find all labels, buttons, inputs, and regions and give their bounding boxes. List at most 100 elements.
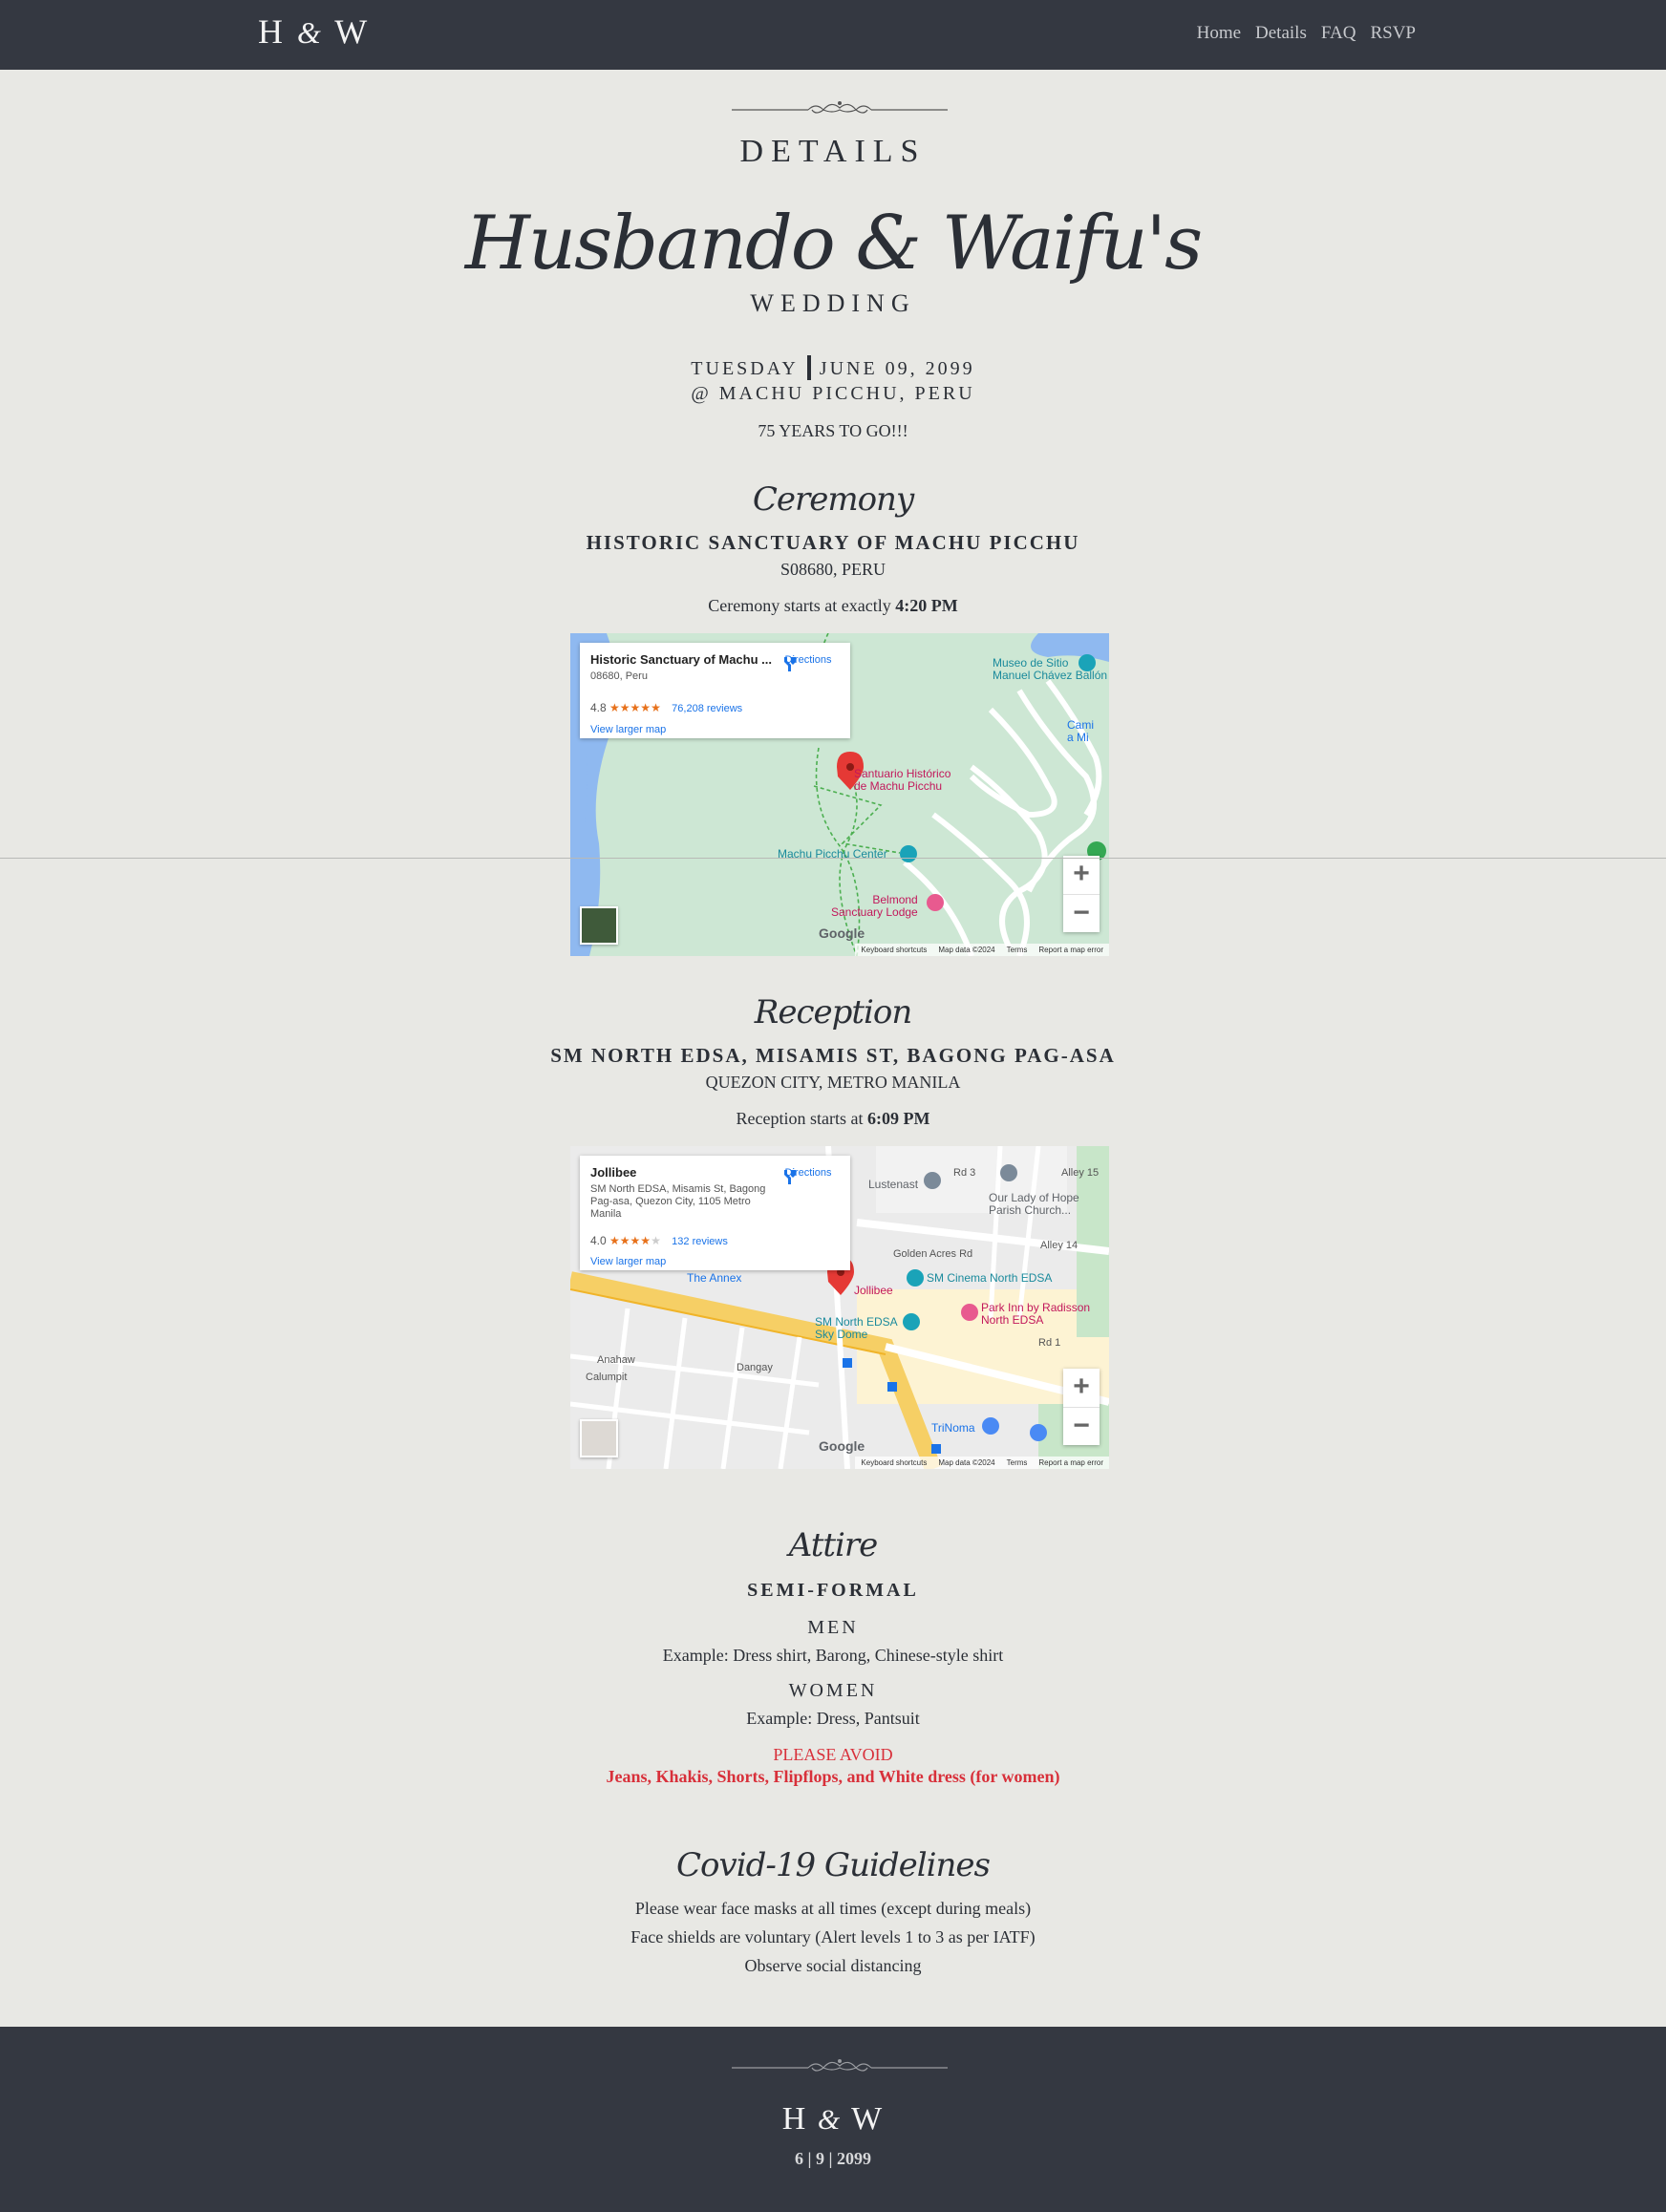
avoid-title: PLEASE AVOID [773,1745,893,1764]
map-label-alley14: Alley 14 [1040,1240,1079,1251]
attire-women-label: WOMEN [788,1680,878,1701]
street-view-thumbnail-reception[interactable] [580,1419,618,1457]
map-label-center: Machu Picchu Center [778,847,887,861]
map-data-text: Map data ©2024 [938,946,995,954]
ceremony-start-time: 4:20 PM [895,596,958,615]
map-label-santuario: Santuario Histórico de Machu Picchu [854,767,951,793]
ceremony-start-label: Ceremony starts at exactly [708,596,891,615]
reception-address: QUEZON CITY, METRO MANILA [705,1073,961,1092]
street-view-thumbnail[interactable] [580,906,618,945]
map-reviews-link-reception[interactable]: 132 reviews [672,1236,728,1247]
report-map-error-link[interactable]: Report a map error [1038,944,1103,956]
ceremony-address: S08680, PERU [780,560,886,579]
google-logo-reception: Google [819,1438,865,1454]
date-separator [806,355,811,380]
map-place-card-reception: Jollibee SM North EDSA, Misamis St, Bago… [580,1156,850,1270]
site-logo[interactable]: H & W [258,11,369,52]
top-navbar: H & W Home Details FAQ RSVP [0,0,1666,70]
covid-heading: Covid-19 Guidelines [676,1846,991,1884]
reception-start: Reception starts at 6:09 PM [0,1109,1666,1129]
nav-faq[interactable]: FAQ [1321,23,1356,44]
map-attribution: Keyboard shortcuts Map data ©2024 Terms … [855,944,1109,956]
map-label-parkinn: Park Inn by Radisson North EDSA [981,1301,1091,1327]
map-label-trinoma: TriNoma [931,1421,975,1435]
covid-rule: Observe social distancing [744,1956,922,1975]
keyboard-shortcuts-link[interactable]: Keyboard shortcuts [861,944,927,956]
rating-value: 4.8 [590,701,607,714]
map-label-dangay: Dangay [737,1362,773,1373]
reception-map[interactable]: Jollibee The Annex SM Cinema North EDSA … [570,1146,1109,1469]
map-place-rating: 4.8 ★★★★★ 76,208 reviews [590,701,742,714]
map-label-alley15: Alley 15 [1061,1167,1100,1179]
logo-h: H [258,12,285,51]
zoom-in-button-reception[interactable]: + [1063,1369,1100,1408]
rating-value-reception: 4.0 [590,1234,607,1247]
terms-link-reception[interactable]: Terms [1007,1457,1028,1469]
logo-ampersand: & [297,15,323,50]
map-zoom-control: + − [1063,856,1100,932]
footer-logo-w: W [851,2101,885,2137]
map-label-golden-acres: Golden Acres Rd [893,1248,973,1260]
reception-venue: SM NORTH EDSA, MISAMIS ST, BAGONG PAG-AS… [550,1044,1116,1067]
map-reviews-link[interactable]: 76,208 reviews [672,703,742,714]
map-label-lustenast: Lustenast [868,1178,919,1191]
attire-heading: Attire [788,1526,879,1564]
covid-rule: Please wear face masks at all times (exc… [634,1899,1032,1918]
directions-button-reception[interactable]: Directions [780,1167,837,1184]
couple-script-title: Husbando & Waifu's [464,201,1203,287]
view-larger-map-link[interactable]: View larger map [590,724,666,735]
reception-heading: Reception [754,993,913,1032]
footer-ornament-icon [732,2059,948,2072]
countdown-text: 75 YEARS TO GO!!! [758,421,908,440]
rating-stars-icon-reception: ★★★★ [609,1234,651,1247]
avoid-list: Jeans, Khakis, Shorts, Flipflops, and Wh… [606,1767,1060,1786]
report-map-error-link-reception[interactable]: Report a map error [1038,1457,1103,1469]
map-label-anahaw: Anahaw [597,1354,635,1366]
horizontal-rule [0,858,1666,859]
attire-type: SEMI-FORMAL [747,1580,919,1601]
ornament-divider-icon [732,101,948,114]
map-label-museo: Museo de Sitio Manuel Chávez Ballón [993,656,1108,682]
wedding-date: TUESDAY JUNE 09, 2099 [0,355,1666,380]
map-label-camino: Cami a Mi [1067,718,1095,744]
zoom-out-button-reception[interactable]: − [1063,1408,1100,1446]
directions-button[interactable]: Directions [780,654,837,671]
covid-rule: Face shields are voluntary (Alert levels… [630,1927,1036,1946]
map-place-address-reception: SM North EDSA, Misamis St, Bagong Pag-as… [590,1183,766,1220]
map-place-name-reception: Jollibee [590,1165,637,1180]
footer-date: 6 | 9 | 2099 [795,2149,871,2168]
map-place-address: 08680, Peru [590,670,648,682]
ceremony-map[interactable]: Museo de Sitio Manuel Chávez Ballón Santu… [570,633,1109,956]
footer-logo-ampersand: & [817,2104,843,2136]
map-label-annex: The Annex [687,1271,742,1285]
zoom-in-button[interactable]: + [1063,856,1100,895]
map-label-rd1: Rd 1 [1038,1337,1061,1349]
attire-men-example: Example: Dress shirt, Barong, Chinese-st… [662,1646,1004,1665]
map-place-card: Historic Sanctuary of Machu ... 08680, P… [580,643,850,738]
footer-logo-h: H [781,2101,808,2137]
keyboard-shortcuts-link-reception[interactable]: Keyboard shortcuts [861,1457,927,1469]
directions-icon [783,657,796,671]
map-place-rating-reception: 4.0 ★★★★★ 132 reviews [590,1234,728,1247]
google-logo: Google [819,925,865,941]
nav-rsvp[interactable]: RSVP [1370,23,1416,44]
ceremony-venue: HISTORIC SANCTUARY OF MACHU PICCHU [586,531,1080,554]
logo-w: W [334,12,370,51]
wedding-date-value: JUNE 09, 2099 [819,358,975,379]
map-label-skydome: SM North EDSA Sky Dome [815,1315,898,1341]
terms-link[interactable]: Terms [1007,944,1028,956]
nav-details[interactable]: Details [1255,23,1307,44]
zoom-out-button[interactable]: − [1063,895,1100,933]
attire-men-label: MEN [807,1617,859,1638]
wedding-subtitle: WEDDING [750,289,916,317]
map-label-calumpit: Calumpit [586,1372,628,1383]
wedding-location: @ MACHU PICCHU, PERU [691,383,975,404]
main-nav: Home Details FAQ RSVP [1197,23,1416,44]
map-label-jollibee: Jollibee [854,1284,893,1297]
section-title: DETAILS [739,134,927,169]
view-larger-map-link-reception[interactable]: View larger map [590,1256,666,1267]
nav-home[interactable]: Home [1197,23,1241,44]
attire-women-example: Example: Dress, Pantsuit [746,1709,920,1728]
rating-star-empty-icon: ★ [651,1234,661,1247]
map-label-cinema: SM Cinema North EDSA [927,1271,1053,1285]
